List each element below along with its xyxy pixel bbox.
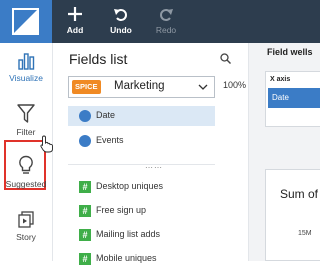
undo-label: Undo xyxy=(110,25,132,35)
story-icon xyxy=(18,211,34,228)
lightbulb-icon xyxy=(19,155,33,174)
x-axis-well[interactable]: X axis Date xyxy=(265,71,320,127)
add-label: Add xyxy=(66,25,84,35)
measure-icon: # xyxy=(79,229,91,241)
field-label: Date xyxy=(96,110,116,120)
field-wells-title[interactable]: Field wells xyxy=(267,47,313,57)
measure-icon: # xyxy=(79,181,91,193)
calendar-icon xyxy=(79,110,91,122)
spice-badge: SPICE xyxy=(72,80,101,94)
rail-item-filter[interactable]: Filter xyxy=(0,103,52,137)
field-label: Events xyxy=(96,135,124,145)
resize-handle[interactable]: ⋯⋯ xyxy=(145,163,163,172)
fields-list-title: Fields list xyxy=(69,51,128,67)
field-item-date[interactable]: Date xyxy=(68,106,215,126)
redo-icon xyxy=(160,9,173,21)
rail-item-story[interactable]: Story xyxy=(0,210,52,242)
dataset-select[interactable]: SPICE Marketing xyxy=(68,76,215,98)
spice-usage: 100% xyxy=(223,80,247,90)
field-item-desktop-uniques[interactable]: # Desktop uniques xyxy=(68,177,215,197)
x-axis-label: X axis xyxy=(270,76,291,83)
field-item-mailing-list-adds[interactable]: # Mailing list adds xyxy=(68,225,215,245)
y-axis-tick: 15M xyxy=(298,230,312,237)
visual-card[interactable]: Sum of 15M xyxy=(265,169,320,261)
top-toolbar: Add Undo Redo xyxy=(0,0,320,43)
app-logo[interactable] xyxy=(0,0,52,43)
measure-icon: # xyxy=(79,205,91,217)
panel-divider[interactable] xyxy=(68,164,215,165)
x-axis-field-chip[interactable]: Date xyxy=(268,88,320,108)
dimension-icon xyxy=(79,135,91,147)
rail-label-visualize: Visualize xyxy=(9,73,43,83)
measure-icon: # xyxy=(79,253,91,265)
fields-panel: Fields list SPICE Marketing 100% Date Ev… xyxy=(53,43,249,265)
funnel-icon xyxy=(17,104,35,123)
chevron-down-icon xyxy=(198,84,208,90)
search-icon[interactable] xyxy=(220,53,231,64)
bar-chart-icon xyxy=(18,53,35,70)
field-label: Free sign up xyxy=(96,205,147,215)
field-label: Desktop uniques xyxy=(96,181,164,191)
rail-label-story: Story xyxy=(16,232,36,242)
undo-button[interactable]: Undo xyxy=(104,0,138,43)
rail-item-visualize[interactable]: Visualize xyxy=(0,51,52,83)
field-label: Mobile uniques xyxy=(96,253,157,263)
field-item-mobile-uniques[interactable]: # Mobile uniques xyxy=(68,249,215,269)
x-axis-field-label: Date xyxy=(272,93,289,102)
visual-title: Sum of xyxy=(280,187,319,201)
redo-button[interactable]: Redo xyxy=(149,0,183,43)
plus-icon xyxy=(68,7,82,21)
left-rail: Visualize Filter Suggested Story xyxy=(0,43,53,261)
rail-item-suggested[interactable]: Suggested xyxy=(0,155,52,189)
quicksight-logo-icon xyxy=(12,8,39,35)
field-item-events[interactable]: Events xyxy=(68,131,215,151)
add-button[interactable]: Add xyxy=(58,0,92,43)
hand-cursor-icon xyxy=(40,135,53,153)
undo-icon xyxy=(114,9,127,21)
dataset-name: Marketing xyxy=(114,80,165,92)
redo-label: Redo xyxy=(155,25,177,35)
field-item-free-sign-up[interactable]: # Free sign up xyxy=(68,201,215,221)
rail-label-suggested: Suggested xyxy=(5,179,47,189)
field-label: Mailing list adds xyxy=(96,229,161,239)
analysis-area: Field wells X axis Date Sum of 15M xyxy=(249,43,320,261)
